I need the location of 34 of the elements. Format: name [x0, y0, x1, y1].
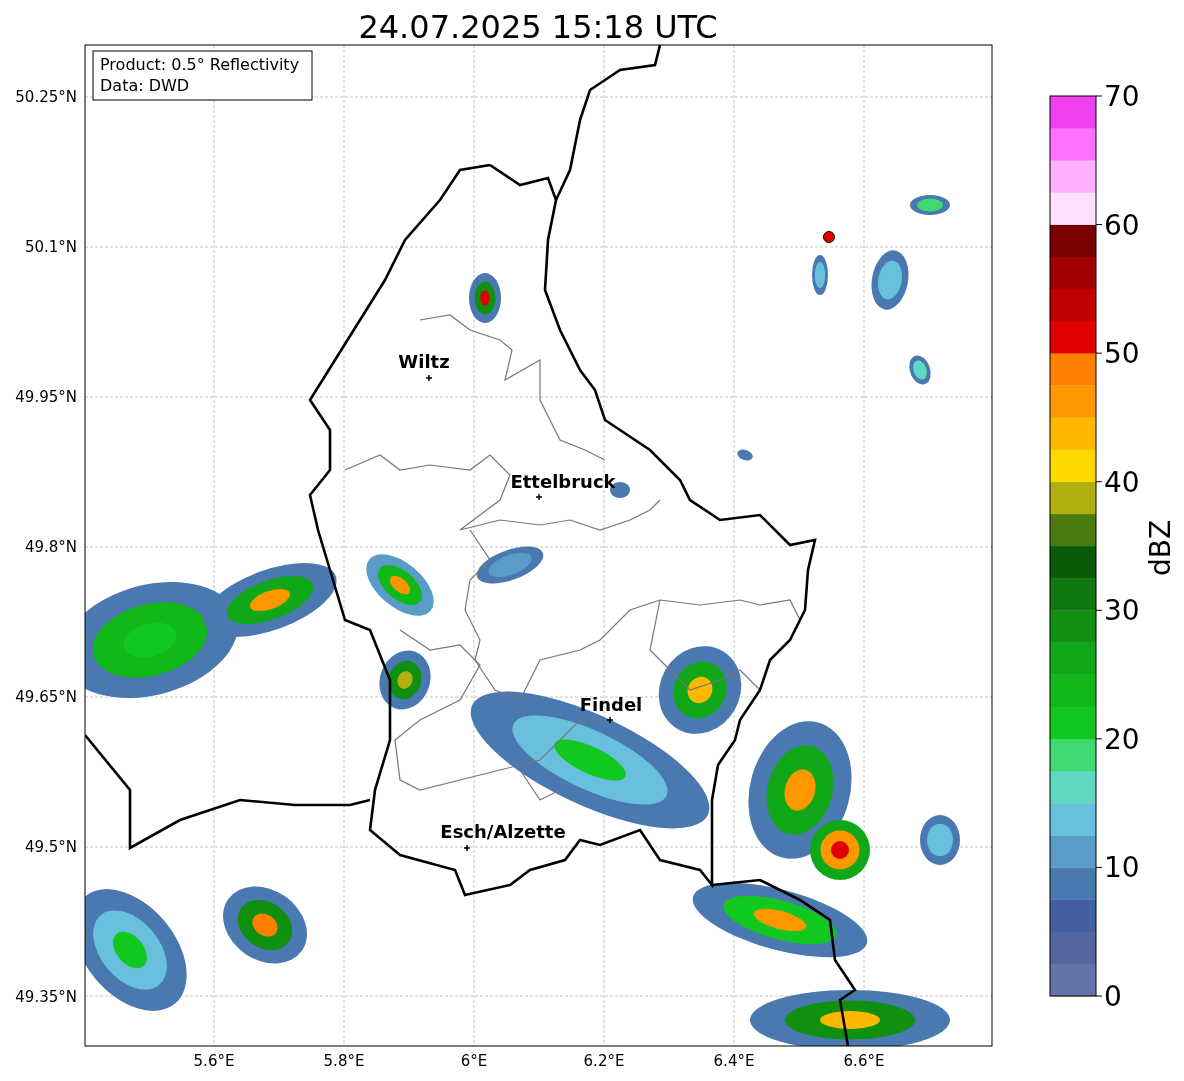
- info-text: Data: DWD: [100, 76, 190, 95]
- colorbar-tick-label: 10: [1104, 851, 1140, 885]
- latitude-label: 49.35°N: [15, 988, 77, 1006]
- colorbar-tick-label: 20: [1104, 722, 1140, 756]
- city-label: Ettelbruck: [510, 471, 616, 492]
- colorbar-tick-label: 40: [1104, 465, 1140, 499]
- colorbar-title: dBZ: [1144, 519, 1177, 577]
- colorbar-tick-label: 50: [1104, 337, 1140, 371]
- city-marker-icon: [425, 374, 433, 382]
- location-dot-icon: [823, 231, 835, 243]
- longitude-label: 6.6°E: [843, 1052, 885, 1070]
- city-marker-icon: [606, 716, 614, 724]
- city-marker-icon: [535, 493, 543, 501]
- colorbar-tick-label: 30: [1104, 594, 1140, 628]
- city-label: Wiltz: [398, 351, 450, 372]
- latitude-label: 49.8°N: [24, 538, 77, 556]
- longitude-label: 5.8°E: [323, 1052, 365, 1070]
- latitude-label: 50.25°N: [15, 88, 77, 106]
- longitude-label: 6.4°E: [713, 1052, 755, 1070]
- city-label: Findel: [579, 694, 643, 715]
- city-marker-icon: [463, 844, 471, 852]
- colorbar-tick-label: 60: [1104, 208, 1140, 242]
- chart-title: 24.07.2025 15:18 UTC: [358, 8, 718, 46]
- latitude-label: 49.5°N: [24, 838, 77, 856]
- latitude-label: 50.1°N: [24, 238, 77, 256]
- colorbar-tick-label: 70: [1104, 80, 1140, 113]
- longitude-label: 6°E: [460, 1052, 488, 1070]
- longitude-label: 6.2°E: [583, 1052, 625, 1070]
- city-label: Esch/Alzette: [440, 821, 566, 842]
- longitude-label: 5.6°E: [193, 1052, 235, 1070]
- colorbar-tick-label: 0: [1104, 980, 1122, 1013]
- latitude-label: 49.95°N: [15, 388, 77, 406]
- latitude-label: 49.65°N: [15, 688, 77, 706]
- info-text: Product: 0.5° Reflectivity: [100, 55, 300, 74]
